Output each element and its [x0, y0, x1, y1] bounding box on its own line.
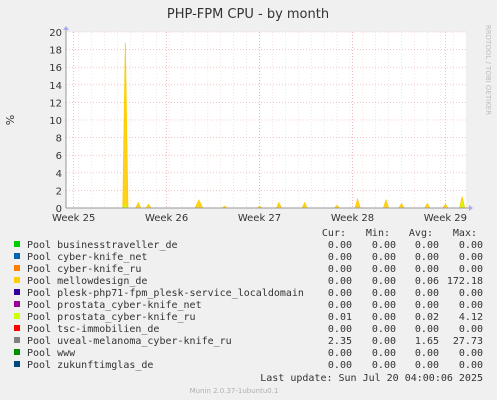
legend-stat-value: 0.00: [328, 348, 352, 359]
y-tick-label: 16: [49, 63, 62, 74]
legend-stat-value: 0.00: [372, 348, 396, 359]
legend-swatch: [14, 301, 20, 307]
legend-stat-value: 0.00: [415, 324, 439, 335]
legend-stat-value: 0.00: [415, 360, 439, 371]
legend-stat-value: 0.00: [459, 264, 483, 275]
legend-stat-value: 0.00: [459, 324, 483, 335]
legend-stat-value: 0.00: [459, 240, 483, 251]
stats-header-1: Min:: [366, 228, 390, 239]
legend-stat-value: 0.00: [372, 288, 396, 299]
legend-stat-value: 0.00: [459, 252, 483, 263]
legend-stat-value: 0.00: [415, 288, 439, 299]
legend-stat-value: 0.00: [372, 300, 396, 311]
legend-swatch: [14, 325, 20, 331]
legend-series-name: Pool mellowdesign_de: [27, 276, 147, 287]
legend-stat-value: 0.00: [459, 348, 483, 359]
legend-series-name: Pool businesstraveller_de: [27, 240, 178, 251]
legend-stat-value: 0.00: [415, 252, 439, 263]
legend-series-name: Pool zukunftimglas_de: [27, 360, 153, 371]
legend-series-name: Pool cyber-knife_ru: [27, 264, 141, 275]
legend-stat-value: 2.35: [328, 336, 352, 347]
legend-stat-value: 0.00: [372, 252, 396, 263]
legend-stat-value: 0.00: [328, 360, 352, 371]
legend-swatch: [14, 313, 20, 319]
x-tick-label: Week 29: [424, 213, 467, 224]
legend-series-name: Pool tsc-immobilien_de: [27, 324, 159, 335]
x-tick-label: Week 28: [331, 213, 374, 224]
legend-stat-value: 0.00: [372, 312, 396, 323]
legend-stat-value: 172.18: [447, 276, 483, 287]
last-update: Last update: Sun Jul 20 04:00:06 2025: [260, 373, 483, 384]
stats-header-3: Max:: [453, 228, 477, 239]
y-tick-label: 10: [49, 116, 62, 127]
legend-stat-value: 0.00: [372, 336, 396, 347]
php-fpm-cpu-chart: 02468101214161820Week 25 Week 26 Week 27 We…: [0, 0, 497, 400]
legend-swatch: [14, 253, 20, 259]
x-tick-label: Week 26: [145, 213, 188, 224]
y-tick-label: 6: [56, 151, 62, 162]
legend-stat-value: 0.00: [328, 324, 352, 335]
stats-header-2: Avg:: [409, 228, 433, 239]
legend-stat-value: 0.01: [328, 312, 352, 323]
stats-header-0: Cur:: [322, 228, 346, 239]
legend-stat-value: 0.00: [372, 264, 396, 275]
side-label: RRDTOOL / TOBI OETIKER: [484, 25, 492, 115]
legend-stat-value: 0.00: [328, 264, 352, 275]
legend-stat-value: 0.00: [459, 288, 483, 299]
legend-series-name: Pool prostata_cyber-knife_ru: [27, 312, 196, 323]
legend-stat-value: 0.00: [415, 348, 439, 359]
y-axis-label: %: [4, 115, 17, 125]
legend-stat-value: 0.00: [415, 300, 439, 311]
legend-stat-value: 0.00: [328, 300, 352, 311]
legend-series-name: Pool plesk-php71-fpm_plesk-service_local…: [27, 288, 304, 299]
legend-swatch: [14, 361, 20, 367]
x-tick-label: Week 25: [52, 213, 95, 224]
legend-swatch: [14, 289, 20, 295]
legend-stat-value: 0.00: [415, 264, 439, 275]
y-tick-label: 12: [49, 98, 62, 109]
legend-stat-value: 0.00: [459, 360, 483, 371]
y-tick-label: 20: [49, 28, 62, 39]
y-tick-label: 2: [56, 186, 62, 197]
legend-series-name: Pool cyber-knife_net: [27, 252, 147, 263]
munin-graph: 0 2 4 6 8 10 12 14 16 18 20 Week 25 Week 26 Week 27 We…: [0, 0, 497, 400]
legend-series-name: Pool prostata_cyber-knife_net: [27, 300, 202, 311]
legend-stat-value: 0.00: [415, 240, 439, 251]
legend-stat-value: 27.73: [453, 336, 483, 347]
legend-swatch: [14, 277, 20, 283]
legend-stat-value: 0.02: [415, 312, 439, 323]
legend-swatch: [14, 265, 20, 271]
legend-series-name: Pool www: [27, 348, 76, 359]
legend-series-name: Pool uveal-melanoma_cyber-knife_ru: [27, 336, 232, 347]
legend-stat-value: 0.00: [459, 300, 483, 311]
y-tick-label: 14: [49, 81, 62, 92]
legend-stat-value: 0.00: [328, 288, 352, 299]
y-tick-label: 8: [56, 134, 62, 145]
legend-stat-value: 0.00: [372, 240, 396, 251]
munin-version: Munin 2.0.37-1ubuntu0.1: [190, 387, 279, 395]
legend-stat-value: 0.00: [372, 324, 396, 335]
legend-stat-value: 0.00: [328, 240, 352, 251]
legend-stat-value: 0.00: [372, 276, 396, 287]
legend-stat-value: 0.00: [328, 252, 352, 263]
legend-stat-value: 0.00: [372, 360, 396, 371]
legend-stat-value: 1.65: [415, 336, 439, 347]
x-tick-label: Week 27: [238, 213, 281, 224]
legend-swatch: [14, 349, 20, 355]
y-tick-label: 4: [56, 169, 62, 180]
legend-stat-value: 0.00: [328, 276, 352, 287]
legend-stat-value: 4.12: [459, 312, 483, 323]
chart-title: PHP-FPM CPU - by month: [167, 7, 329, 22]
legend-swatch: [14, 337, 20, 343]
legend-swatch: [14, 241, 20, 247]
legend-stat-value: 0.06: [415, 276, 439, 287]
y-tick-label: 18: [49, 46, 62, 57]
